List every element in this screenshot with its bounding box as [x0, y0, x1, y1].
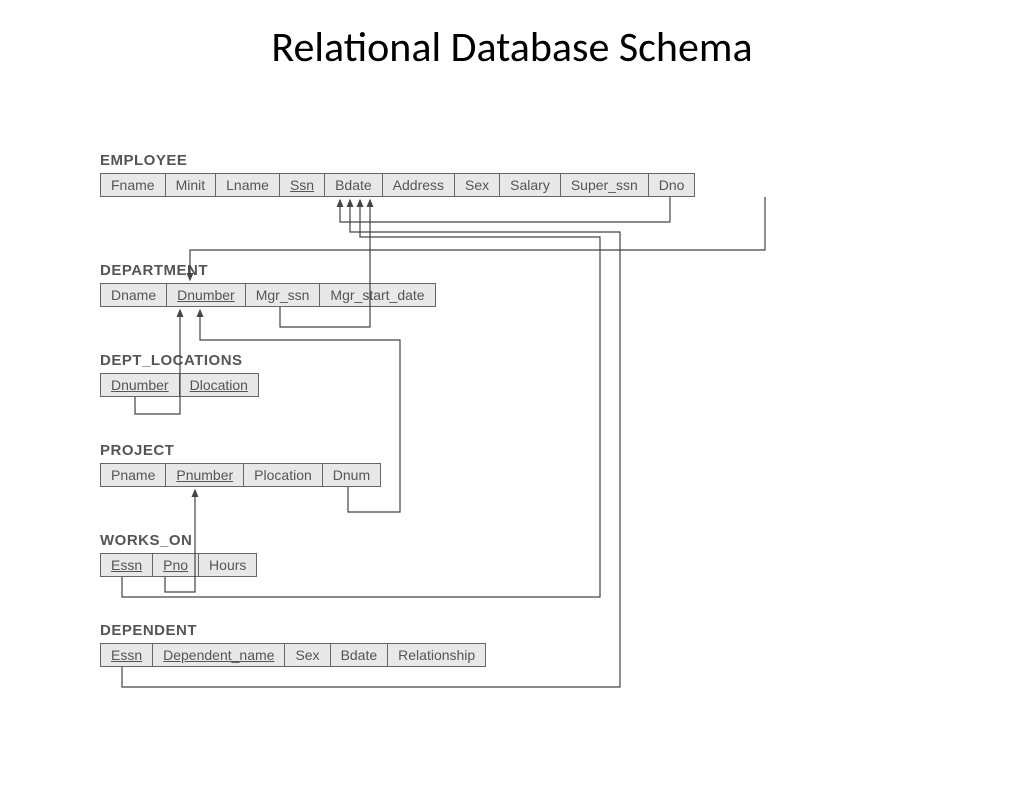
table-name: PROJECT	[100, 442, 381, 459]
col-salary: Salary	[499, 173, 561, 197]
col-pnumber: Pnumber	[165, 463, 244, 487]
col-ssn: Ssn	[279, 173, 325, 197]
col-lname: Lname	[215, 173, 280, 197]
col-hours: Hours	[198, 553, 257, 577]
col-pname: Pname	[100, 463, 166, 487]
col-dno: Dno	[648, 173, 696, 197]
col-dname: Dname	[100, 283, 167, 307]
col-sex: Sex	[284, 643, 330, 667]
table-dept-locations: DEPT_LOCATIONS Dnumber Dlocation	[100, 352, 259, 397]
table-employee: EMPLOYEE Fname Minit Lname Ssn Bdate Add…	[100, 152, 695, 197]
col-dnumber: Dnumber	[100, 373, 180, 397]
table-dependent: DEPENDENT Essn Dependent_name Sex Bdate …	[100, 622, 486, 667]
col-relationship: Relationship	[387, 643, 486, 667]
col-essn: Essn	[100, 643, 153, 667]
table-works-on: WORKS_ON Essn Pno Hours	[100, 532, 257, 577]
table-name: WORKS_ON	[100, 532, 257, 549]
table-name: DEPARTMENT	[100, 262, 436, 279]
col-sex: Sex	[454, 173, 500, 197]
col-address: Address	[382, 173, 455, 197]
table-project: PROJECT Pname Pnumber Plocation Dnum	[100, 442, 381, 487]
col-super-ssn: Super_ssn	[560, 173, 649, 197]
table-name: EMPLOYEE	[100, 152, 695, 169]
table-department: DEPARTMENT Dname Dnumber Mgr_ssn Mgr_sta…	[100, 262, 436, 307]
col-dnum: Dnum	[322, 463, 381, 487]
col-dependent-name: Dependent_name	[152, 643, 285, 667]
col-bdate: Bdate	[330, 643, 389, 667]
col-mgr-start-date: Mgr_start_date	[319, 283, 435, 307]
col-essn: Essn	[100, 553, 153, 577]
col-fname: Fname	[100, 173, 166, 197]
col-dlocation: Dlocation	[179, 373, 259, 397]
col-minit: Minit	[165, 173, 217, 197]
table-name: DEPENDENT	[100, 622, 486, 639]
col-pno: Pno	[152, 553, 199, 577]
col-dnumber: Dnumber	[166, 283, 246, 307]
col-bdate: Bdate	[324, 173, 383, 197]
page-title: Relational Database Schema	[0, 22, 1024, 73]
col-mgr-ssn: Mgr_ssn	[245, 283, 321, 307]
col-plocation: Plocation	[243, 463, 323, 487]
table-name: DEPT_LOCATIONS	[100, 352, 259, 369]
